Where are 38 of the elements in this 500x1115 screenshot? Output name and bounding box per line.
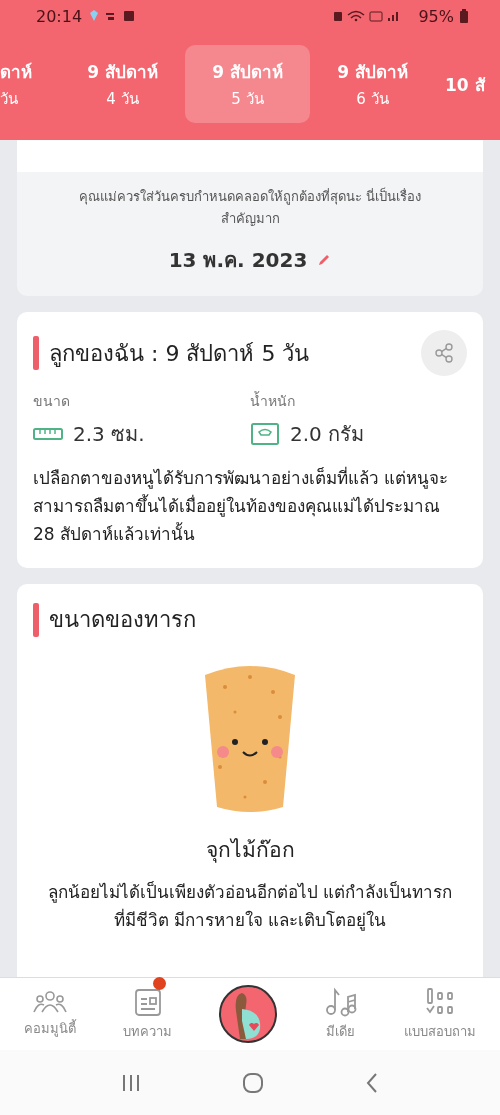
ruler-icon [33,427,63,442]
card-title: ขนาดของทารก [49,606,197,635]
music-notes-icon [324,986,357,1017]
accent-bar [33,336,39,371]
recent-apps-icon[interactable] [120,1073,141,1092]
battery-icon [460,9,468,23]
nav-item[interactable]: มีเดีย [324,986,357,1042]
baby-description: เปลือกตาของหนูได้รับการพัฒนาอย่างเต็มที่แล้ว แต่หนูจะสามารถลืมตาขึ้นได้เมื่ออยู่ในท้องของคุณแม่ได้ประมาณ 28 สัปดาห์แล้วเท่านั้น [33,465,450,547]
week-tab[interactable]: 9 สัปดาห์ 4 วัน [60,45,185,123]
week-tab[interactable]: 9 สัปดาห์ 6 วัน [310,45,435,123]
stat-label: น้ำหนัก [250,390,295,412]
status-time: 20:14 [36,6,83,26]
accent-bar [33,602,39,637]
share-button[interactable] [421,330,467,377]
week-tab[interactable]: 9 สัปดาห์ 5 วัน [185,45,310,123]
article-icon [133,986,162,1017]
home-icon[interactable] [242,1071,264,1094]
due-date: 13 พ.ค. 2023 [168,247,308,275]
nav-item[interactable]: แบบสอบถาม [404,986,477,1042]
battery-percentage: 95% [418,6,454,26]
stat-value: 2.0 กรัม [290,421,365,449]
size-description: ลูกน้อยไม่ได้เป็นเพียงตัวอ่อนอีกต่อไป แต่กำลังเป็นทารกที่มีชีวิต มีการหายใจ และเติบโตอยู่ใน [46,880,454,933]
stat-value: 2.3 ซม. [73,421,145,449]
week-tab[interactable]: ดาห์ วัน [0,45,60,123]
scale-icon [250,422,280,447]
stat-label: ขนาด [33,392,70,412]
share-icon [433,342,455,365]
due-date-note: คุณแม่ควรใส่วันครบกำหนดคลอดให้ถูกต้องที่สุดนะ นี่เป็นเรื่องสำคัญมาก [77,186,423,229]
home-button[interactable] [219,985,278,1043]
quiz-icon [425,986,456,1017]
object-name: จุกไม้ก๊อก [205,837,295,865]
edit-icon[interactable] [317,253,332,268]
back-icon[interactable] [365,1071,380,1094]
week-tab[interactable]: 10 สั [435,45,495,123]
card-title: ลูกของฉัน : 9 สัปดาห์ 5 วัน [49,339,311,369]
people-icon [32,989,67,1014]
nav-item[interactable]: คอมมูนิตี้ [23,989,76,1039]
nav-item[interactable]: บทความ [123,986,173,1042]
